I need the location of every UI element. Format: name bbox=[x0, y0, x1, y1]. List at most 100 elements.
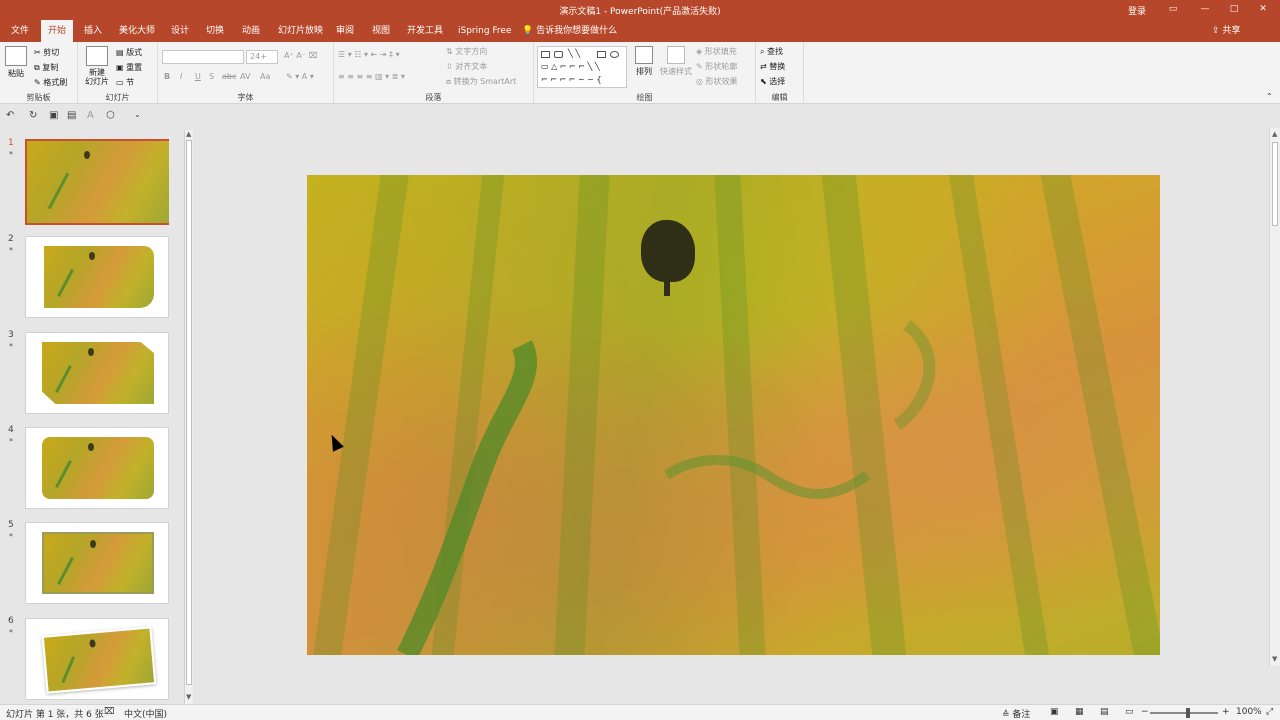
tab-design[interactable]: 设计 bbox=[165, 20, 195, 42]
fill-icon: ◈ bbox=[696, 47, 703, 56]
spell-check-icon[interactable]: ⌧ bbox=[104, 707, 114, 717]
font-size-select[interactable]: 24+ bbox=[246, 50, 278, 64]
font-name-select[interactable] bbox=[162, 50, 244, 64]
grow-font-icon[interactable]: A⁺ A⁻ ⌧ bbox=[284, 51, 318, 60]
font-color-icon[interactable]: A bbox=[87, 110, 94, 121]
normal-view-icon[interactable]: ▣ bbox=[1050, 707, 1059, 717]
smartart-button[interactable]: ⧈ 转换为 SmartArt bbox=[446, 76, 516, 87]
slide-thumbnail-4[interactable] bbox=[25, 427, 169, 509]
tab-transitions[interactable]: 切换 bbox=[200, 20, 230, 42]
customize-qat-icon[interactable]: ⌄ bbox=[134, 110, 141, 119]
select-button[interactable]: ⬉ 选择 bbox=[760, 76, 785, 87]
replace-button[interactable]: ⇄ 替换 bbox=[760, 61, 785, 72]
start-slideshow-icon[interactable]: ▣ bbox=[49, 110, 58, 121]
bold-button[interactable]: B bbox=[164, 72, 170, 81]
layout-button[interactable]: ▤ 版式 bbox=[116, 47, 142, 58]
shapes-row3-icon[interactable]: ⌐ ⌐ ⌐ ⌐ ~ ~ { bbox=[541, 75, 602, 84]
tell-me-search[interactable]: 💡 告诉我你想要做什么 bbox=[522, 20, 617, 42]
shadow-button[interactable]: S bbox=[209, 72, 214, 81]
tab-insert[interactable]: 插入 bbox=[78, 20, 108, 42]
zoom-slider-knob[interactable] bbox=[1186, 708, 1190, 718]
arrange-button[interactable]: 排列 bbox=[630, 46, 658, 77]
rounded-rect-shape-icon[interactable] bbox=[554, 51, 563, 58]
slide-thumbnail-1[interactable] bbox=[25, 139, 169, 225]
minimize-button[interactable]: — bbox=[1198, 3, 1212, 16]
cut-button[interactable]: ✂ 剪切 bbox=[34, 47, 59, 58]
group-drawing: ╲ ╲ ▭ △ ⌐ ⌐ ⌐ ╲ ╲ ⌐ ⌐ ⌐ ⌐ ~ ~ { 排列 快速样式 … bbox=[534, 42, 756, 104]
rectangle-shape-icon[interactable] bbox=[541, 51, 550, 58]
login-link[interactable]: 登录 bbox=[1128, 4, 1146, 17]
align-icon[interactable]: ≡ ≡ ≡ ≡ ▥ ▾ ≣ ▾ bbox=[338, 72, 405, 81]
zoom-out-icon[interactable]: − bbox=[1141, 707, 1149, 717]
find-button[interactable]: ⌕ 查找 bbox=[760, 46, 783, 57]
collapse-ribbon-icon[interactable]: ⌃ bbox=[1266, 92, 1273, 101]
text-direction-button[interactable]: ⇅ 文字方向 bbox=[446, 46, 487, 57]
tab-home[interactable]: 开始 bbox=[41, 20, 73, 42]
current-slide-image[interactable] bbox=[307, 175, 1160, 655]
slide-scroll-up-icon[interactable]: ▲ bbox=[1272, 130, 1277, 138]
redo-icon[interactable]: ↻ bbox=[29, 110, 37, 121]
copy-button[interactable]: ⧉ 复制 bbox=[34, 62, 58, 73]
tab-developer[interactable]: 开发工具 bbox=[401, 20, 449, 42]
section-button[interactable]: ▭ 节 bbox=[116, 77, 134, 88]
paste-button[interactable]: 粘贴 bbox=[4, 46, 28, 79]
slide-star-3: * bbox=[9, 342, 13, 351]
ribbon-display-icon[interactable]: ▭ bbox=[1166, 3, 1180, 16]
new-slide-button[interactable]: 新建 幻灯片 bbox=[82, 46, 112, 86]
zoom-slider[interactable] bbox=[1150, 712, 1218, 714]
slide-scroll-down-icon[interactable]: ▼ bbox=[1272, 655, 1277, 663]
format-painter-button[interactable]: ✎ 格式刷 bbox=[34, 77, 67, 88]
undo-icon[interactable]: ↶ bbox=[6, 110, 14, 121]
underline-button[interactable]: U bbox=[195, 72, 201, 81]
reading-view-icon[interactable]: ▤ bbox=[1100, 707, 1109, 717]
tab-view[interactable]: 视图 bbox=[366, 20, 396, 42]
shape-effects-button[interactable]: ◎ 形状效果 bbox=[696, 76, 738, 87]
zoom-in-icon[interactable]: + bbox=[1222, 707, 1230, 717]
slide-thumbnail-2[interactable] bbox=[25, 236, 169, 318]
maximize-button[interactable]: □ bbox=[1227, 3, 1241, 16]
slide-scroll-thumb[interactable] bbox=[1272, 142, 1278, 226]
slide-thumbnail-6[interactable] bbox=[25, 618, 169, 700]
rect-shape-icon[interactable] bbox=[597, 51, 606, 58]
oval-shape-icon[interactable] bbox=[610, 51, 619, 58]
shape-fill-button[interactable]: ◈ 形状填充 bbox=[696, 46, 737, 57]
align-text-button[interactable]: ⇳ 对齐文本 bbox=[446, 61, 487, 72]
share-button[interactable]: ⇪ 共享 bbox=[1212, 20, 1240, 42]
close-button[interactable]: ✕ bbox=[1256, 3, 1270, 16]
line-shape-icon[interactable]: ╲ ╲ bbox=[568, 49, 580, 58]
shapes-row2-icon[interactable]: ▭ △ ⌐ ⌐ ⌐ ╲ ╲ bbox=[541, 62, 600, 71]
notes-button[interactable]: ≙ 备注 bbox=[1002, 707, 1030, 720]
fit-to-window-icon[interactable]: ⤢ bbox=[1266, 707, 1273, 717]
clipboard-group-label: 剪贴板 bbox=[26, 93, 51, 102]
scroll-down-icon[interactable]: ▼ bbox=[186, 693, 191, 701]
reset-button[interactable]: ▣ 重置 bbox=[116, 62, 142, 73]
slide-sorter-icon[interactable]: ▦ bbox=[1075, 707, 1084, 717]
tab-review[interactable]: 审阅 bbox=[330, 20, 360, 42]
scroll-up-icon[interactable]: ▲ bbox=[186, 130, 191, 138]
slide-thumbnail-3[interactable] bbox=[25, 332, 169, 414]
slide-star-5: * bbox=[9, 532, 13, 541]
shape-icon[interactable]: ⬡ bbox=[106, 110, 115, 121]
bullets-icon[interactable]: ☰ ▾ ☷ ▾ ⇤ ⇥ ‡ ▾ bbox=[338, 50, 400, 59]
tab-ispring[interactable]: iSpring Free bbox=[452, 20, 518, 42]
language-indicator[interactable]: 中文(中国) bbox=[124, 707, 167, 720]
tab-beautify[interactable]: 美化大师 bbox=[113, 20, 161, 42]
tab-slideshow[interactable]: 幻灯片放映 bbox=[272, 20, 329, 42]
zoom-level[interactable]: 100% bbox=[1236, 707, 1262, 717]
thumbnail-scrollbar[interactable]: ▲ ▼ bbox=[184, 130, 193, 704]
slide-thumbnail-5[interactable] bbox=[25, 522, 169, 604]
strikethrough-button[interactable]: abc bbox=[222, 72, 236, 81]
char-spacing-button[interactable]: AV bbox=[240, 72, 250, 81]
highlight-icon[interactable]: ✎ ▾ A ▾ bbox=[286, 72, 314, 81]
change-case-button[interactable]: Aa bbox=[260, 72, 270, 81]
shapes-gallery[interactable]: ╲ ╲ ▭ △ ⌐ ⌐ ⌐ ╲ ╲ ⌐ ⌐ ⌐ ⌐ ~ ~ { bbox=[537, 46, 627, 88]
tab-file[interactable]: 文件 bbox=[5, 20, 35, 42]
save-icon[interactable]: ▤ bbox=[67, 110, 76, 121]
thumbnail-scroll-thumb[interactable] bbox=[186, 140, 192, 685]
quick-styles-button[interactable]: 快速样式 bbox=[660, 46, 692, 77]
shape-outline-button[interactable]: ✎ 形状轮廓 bbox=[696, 61, 737, 72]
tab-animations[interactable]: 动画 bbox=[236, 20, 266, 42]
italic-button[interactable]: I bbox=[180, 72, 182, 81]
slideshow-view-icon[interactable]: ▭ bbox=[1125, 707, 1134, 717]
slide-scrollbar[interactable]: ▲ ▼ bbox=[1269, 128, 1280, 666]
